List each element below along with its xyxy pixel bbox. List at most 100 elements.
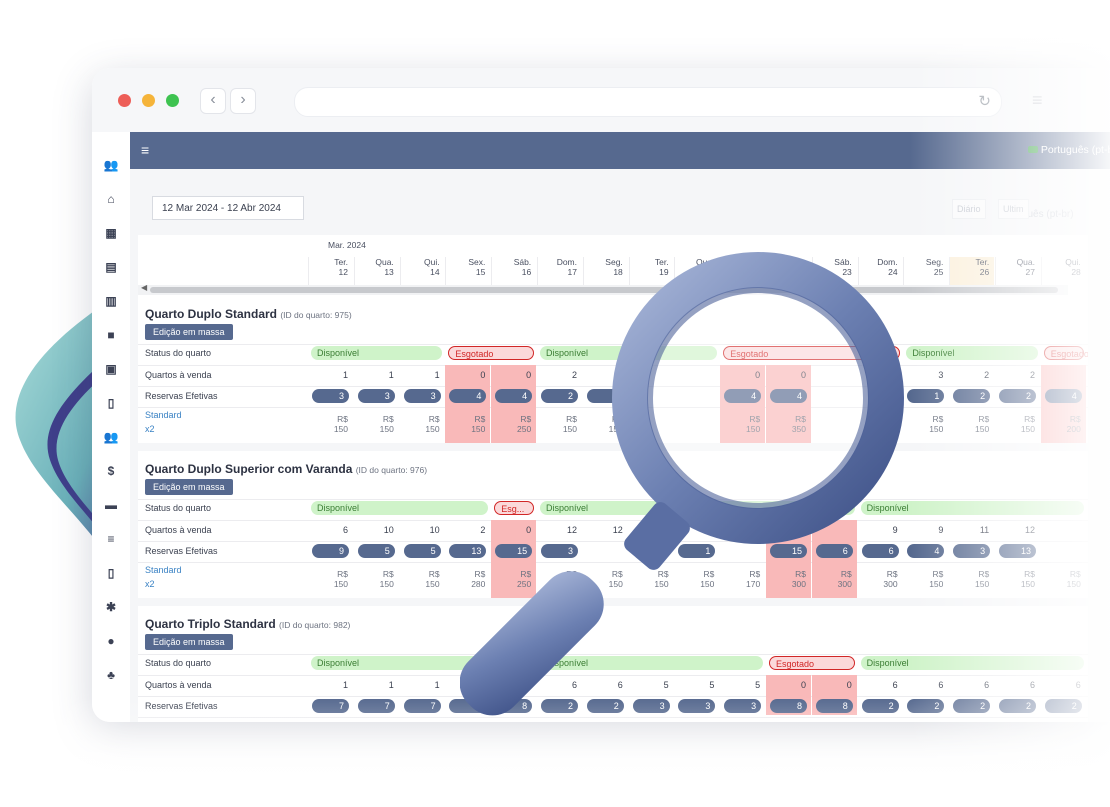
day-of-week: Ter. (975, 257, 990, 267)
rooms-for-sale-value[interactable]: 10 (400, 525, 445, 535)
available-status[interactable]: Disponível (906, 346, 1038, 360)
calendar-icon[interactable]: ▥ (101, 292, 121, 310)
bookings-pill[interactable]: 2 (999, 699, 1036, 713)
bookings-pill[interactable]: 3 (357, 389, 395, 403)
bookings-pill[interactable]: 7 (403, 699, 441, 713)
hotel-icon[interactable]: ▤ (101, 258, 121, 276)
bulk-edit-button[interactable]: Edição em massa (145, 479, 233, 495)
dollar-icon[interactable]: $ (101, 462, 121, 480)
bookings-pill[interactable]: 9 (312, 544, 349, 558)
bookings-pill[interactable]: 2 (953, 389, 991, 403)
address-bar[interactable]: ↻ (294, 87, 1002, 117)
day-header[interactable]: Ter. 26 (949, 257, 995, 285)
price-cell[interactable]: R$150 (354, 569, 399, 589)
day-header[interactable]: Qui. 14 (399, 257, 445, 285)
price-cell[interactable]: R$150 (400, 414, 445, 434)
price-cell[interactable]: R$150 (400, 569, 445, 589)
bookings-pill[interactable]: 3 (953, 544, 991, 558)
bookings-pill[interactable]: 2 (999, 389, 1036, 403)
rooms-for-sale-value[interactable]: 10 (354, 525, 399, 535)
rooms-for-sale-value[interactable]: 12 (995, 525, 1040, 535)
guests-icon[interactable]: 👥 (101, 428, 121, 446)
room-id: (ID do quarto: 976) (355, 465, 428, 475)
hamburger-menu-icon[interactable]: ≡ (141, 142, 149, 158)
home-icon[interactable]: ⌂ (101, 190, 121, 208)
bookings-pill[interactable]: 2 (953, 699, 991, 713)
close-window-button[interactable] (118, 94, 131, 107)
sitemap-icon[interactable]: ♣ (101, 666, 121, 684)
daily-view-button[interactable]: Diário (952, 199, 986, 219)
bookings-pill[interactable]: 5 (403, 544, 441, 558)
chevron-left-icon[interactable]: ‹ (200, 88, 226, 114)
price-value: 150 (975, 424, 990, 434)
price-cell[interactable]: R$150 (354, 414, 399, 434)
currency: R$ (428, 569, 440, 579)
rooms-for-sale-value[interactable]: 2 (995, 370, 1040, 380)
price-cell[interactable]: R$150 (308, 414, 353, 434)
bookings-pill[interactable]: 3 (312, 389, 349, 403)
chevron-right-icon[interactable]: › (230, 88, 256, 114)
available-status[interactable]: Disponível (311, 346, 443, 360)
clock-icon[interactable]: ● (101, 632, 121, 650)
rooms-for-sale-value[interactable]: 1 (308, 680, 353, 690)
cash-icon[interactable]: ▬ (101, 496, 121, 514)
rooms-for-sale-value[interactable]: 1 (400, 680, 445, 690)
for-sale-row-label: Quartos à venda (145, 370, 212, 380)
bookings-pill[interactable]: 13 (999, 544, 1036, 558)
price-value: 150 (1066, 579, 1081, 589)
price-cell[interactable]: R$150 (1041, 569, 1086, 589)
day-header[interactable]: Qui. 28 (1040, 257, 1086, 285)
price-cell[interactable]: R$150 (995, 414, 1040, 434)
bookings-pill[interactable]: 7 (357, 699, 395, 713)
day-header[interactable]: Qua. 13 (353, 257, 399, 285)
users-icon[interactable]: 👥 (101, 156, 121, 174)
bulk-edit-button[interactable]: Edição em massa (145, 324, 233, 340)
browser-menu-icon[interactable]: ≡ (1032, 90, 1043, 111)
building-icon[interactable]: ▦ (101, 224, 121, 242)
price-cell[interactable]: R$150 (949, 569, 994, 589)
brazil-flag-icon (1028, 146, 1038, 153)
price-cell[interactable]: R$ 200 (1041, 414, 1086, 434)
rooms-for-sale-value[interactable]: 2 (949, 370, 994, 380)
rooms-for-sale-value[interactable]: 1 (354, 680, 399, 690)
reload-icon[interactable]: ↻ (978, 92, 991, 110)
gear-icon[interactable]: ✱ (101, 598, 121, 616)
rooms-for-sale-value[interactable]: 6 (308, 525, 353, 535)
bookings-pill[interactable]: 4 (1044, 389, 1082, 403)
database-icon[interactable]: ≡ (101, 530, 121, 548)
last-button[interactable]: Ultim (998, 199, 1029, 219)
maximize-window-button[interactable] (166, 94, 179, 107)
day-of-week: Qua. (1016, 257, 1035, 267)
rooms-for-sale-value[interactable]: 1 (400, 370, 445, 380)
bookings-pill[interactable]: 7 (312, 699, 349, 713)
price-cell[interactable]: R$150 (995, 569, 1040, 589)
document-icon[interactable]: ▯ (101, 394, 121, 412)
rate-plan-link[interactable]: Standard (145, 410, 182, 420)
rooms-for-sale-value[interactable]: 1 (308, 370, 353, 380)
day-header[interactable]: Qua. 27 (995, 257, 1040, 285)
date-range-input[interactable]: 12 Mar 2024 - 12 Abr 2024 (152, 196, 304, 220)
bookings-pill[interactable]: 5 (357, 544, 395, 558)
bookings-pill[interactable]: 3 (403, 389, 441, 403)
image-icon[interactable]: ▣ (101, 360, 121, 378)
rooms-for-sale-value[interactable]: 6 (1041, 680, 1086, 690)
price-cell[interactable]: R$150 (308, 569, 353, 589)
file-icon[interactable]: ▯ (101, 564, 121, 582)
room-title: Quarto Duplo Standard (ID do quarto: 975… (145, 307, 352, 321)
bookings-pill[interactable]: 2 (1044, 699, 1082, 713)
day-header[interactable]: Ter. 12 (308, 257, 353, 285)
price-cell[interactable]: R$150 (949, 414, 994, 434)
rate-plan-link[interactable]: Standard (145, 565, 182, 575)
sold-out-status[interactable]: Esgotado (1043, 346, 1088, 360)
rooms-for-sale-value[interactable]: 6 (949, 680, 994, 690)
bulk-edit-button[interactable]: Edição em massa (145, 634, 233, 650)
currency: R$ (428, 414, 440, 424)
scroll-left-icon[interactable]: ◀ (141, 283, 147, 292)
status-row-label: Status do quarto (145, 503, 212, 513)
minimize-window-button[interactable] (142, 94, 155, 107)
language-selector[interactable]: Português (pt-br) (1028, 144, 1110, 156)
rooms-for-sale-value[interactable]: 6 (995, 680, 1040, 690)
book-icon[interactable]: ■ (101, 326, 121, 344)
rooms-for-sale-value[interactable]: 11 (949, 525, 994, 535)
rooms-for-sale-value[interactable]: 1 (354, 370, 399, 380)
